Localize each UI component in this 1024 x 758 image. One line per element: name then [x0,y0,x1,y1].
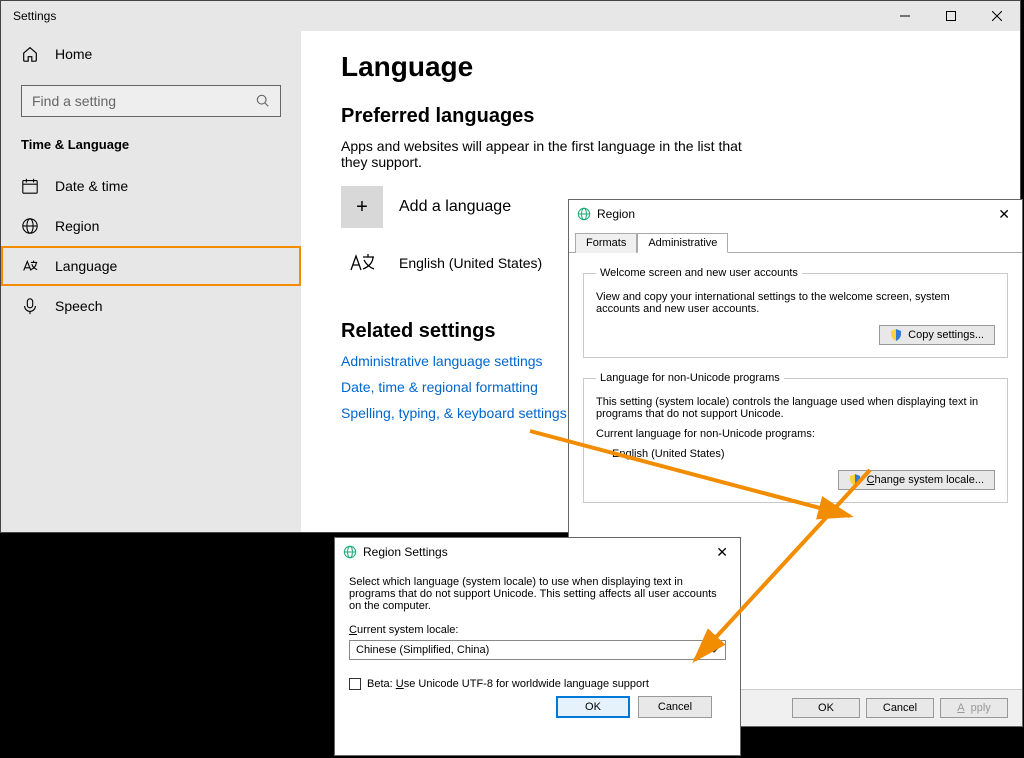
language-name: English (United States) [399,255,542,271]
copy-settings-label: Copy settings... [908,329,984,341]
search-input[interactable]: Find a setting [21,85,281,117]
sidebar-item-region[interactable]: Region [1,206,301,246]
rs-description: Select which language (system locale) to… [349,576,726,612]
locale-value: Chinese (Simplified, China) [356,644,489,656]
close-button[interactable]: ✕ [710,544,734,561]
mic-icon [21,297,39,315]
cancel-button[interactable]: Cancel [866,698,934,718]
apply-button[interactable]: Apply [940,698,1008,718]
rs-button-row: OK Cancel [349,690,726,718]
current-lang-value: English (United States) [596,448,995,460]
dialog-title: Region [597,207,635,221]
tab-bar: Formats Administrative [569,228,1022,253]
minimize-button[interactable] [882,1,928,31]
search-icon [256,94,270,108]
nonunicode-legend: Language for non-Unicode programs [596,372,784,384]
dialog-title: Region Settings [363,545,448,559]
globe-icon [577,207,591,221]
current-locale-label: Current system locale: [349,624,726,636]
plus-icon: + [341,186,383,228]
window-controls [882,1,1020,31]
tab-formats[interactable]: Formats [575,233,637,253]
calendar-icon [21,177,39,195]
nav-label: Region [55,218,99,234]
language-icon [21,257,39,275]
ok-button[interactable]: OK [792,698,860,718]
welcome-fieldset: Welcome screen and new user accounts Vie… [583,267,1008,358]
home-nav[interactable]: Home [1,31,301,77]
welcome-text: View and copy your international setting… [596,291,995,315]
locale-select[interactable]: Chinese (Simplified, China) [349,640,726,660]
window-title: Settings [13,9,56,23]
nonunicode-text: This setting (system locale) controls th… [596,396,995,420]
nav-label: Language [55,258,117,274]
ok-button[interactable]: OK [556,696,630,718]
close-button[interactable]: ✕ [992,206,1016,223]
dialog-titlebar: Region ✕ [569,200,1022,228]
cancel-button[interactable]: Cancel [638,696,712,718]
chevron-down-icon [709,647,719,653]
maximize-button[interactable] [928,1,974,31]
welcome-legend: Welcome screen and new user accounts [596,267,802,279]
page-title: Language [341,51,980,83]
current-lang-label: Current language for non-Unicode program… [596,428,995,440]
search-placeholder: Find a setting [32,93,116,109]
titlebar: Settings [1,1,1020,31]
sidebar: Home Find a setting Time & Language Date… [1,31,301,532]
nav-label: Speech [55,298,102,314]
sidebar-item-language[interactable]: Language [1,246,301,286]
language-char-icon [341,242,383,284]
home-label: Home [55,46,92,62]
checkbox-icon [349,678,361,690]
preferred-description: Apps and websites will appear in the fir… [341,138,751,170]
change-locale-label: CChange system locale...hange system loc… [867,474,984,486]
nonunicode-fieldset: Language for non-Unicode programs This s… [583,372,1008,503]
add-language-label: Add a language [399,198,511,216]
globe-icon [343,545,357,559]
nav-label: Date & time [55,178,128,194]
globe-icon [21,217,39,235]
region-settings-dialog: Region Settings ✕ Select which language … [334,537,741,756]
sidebar-item-date-time[interactable]: Date & time [1,166,301,206]
dialog-titlebar: Region Settings ✕ [335,538,740,566]
shield-icon [849,474,861,486]
beta-checkbox[interactable]: Beta: Use Unicode UTF-8 for worldwide la… [349,678,726,690]
sidebar-item-speech[interactable]: Speech [1,286,301,326]
copy-settings-button[interactable]: Copy settings... [879,325,995,345]
preferred-heading: Preferred languages [341,105,980,128]
close-button[interactable] [974,1,1020,31]
change-locale-button[interactable]: CChange system locale...hange system loc… [838,470,995,490]
home-icon [21,45,39,63]
beta-label: Beta: Use Unicode UTF-8 for worldwide la… [367,678,649,690]
section-heading: Time & Language [1,131,301,166]
tab-administrative[interactable]: Administrative [637,233,728,253]
shield-icon [890,329,902,341]
